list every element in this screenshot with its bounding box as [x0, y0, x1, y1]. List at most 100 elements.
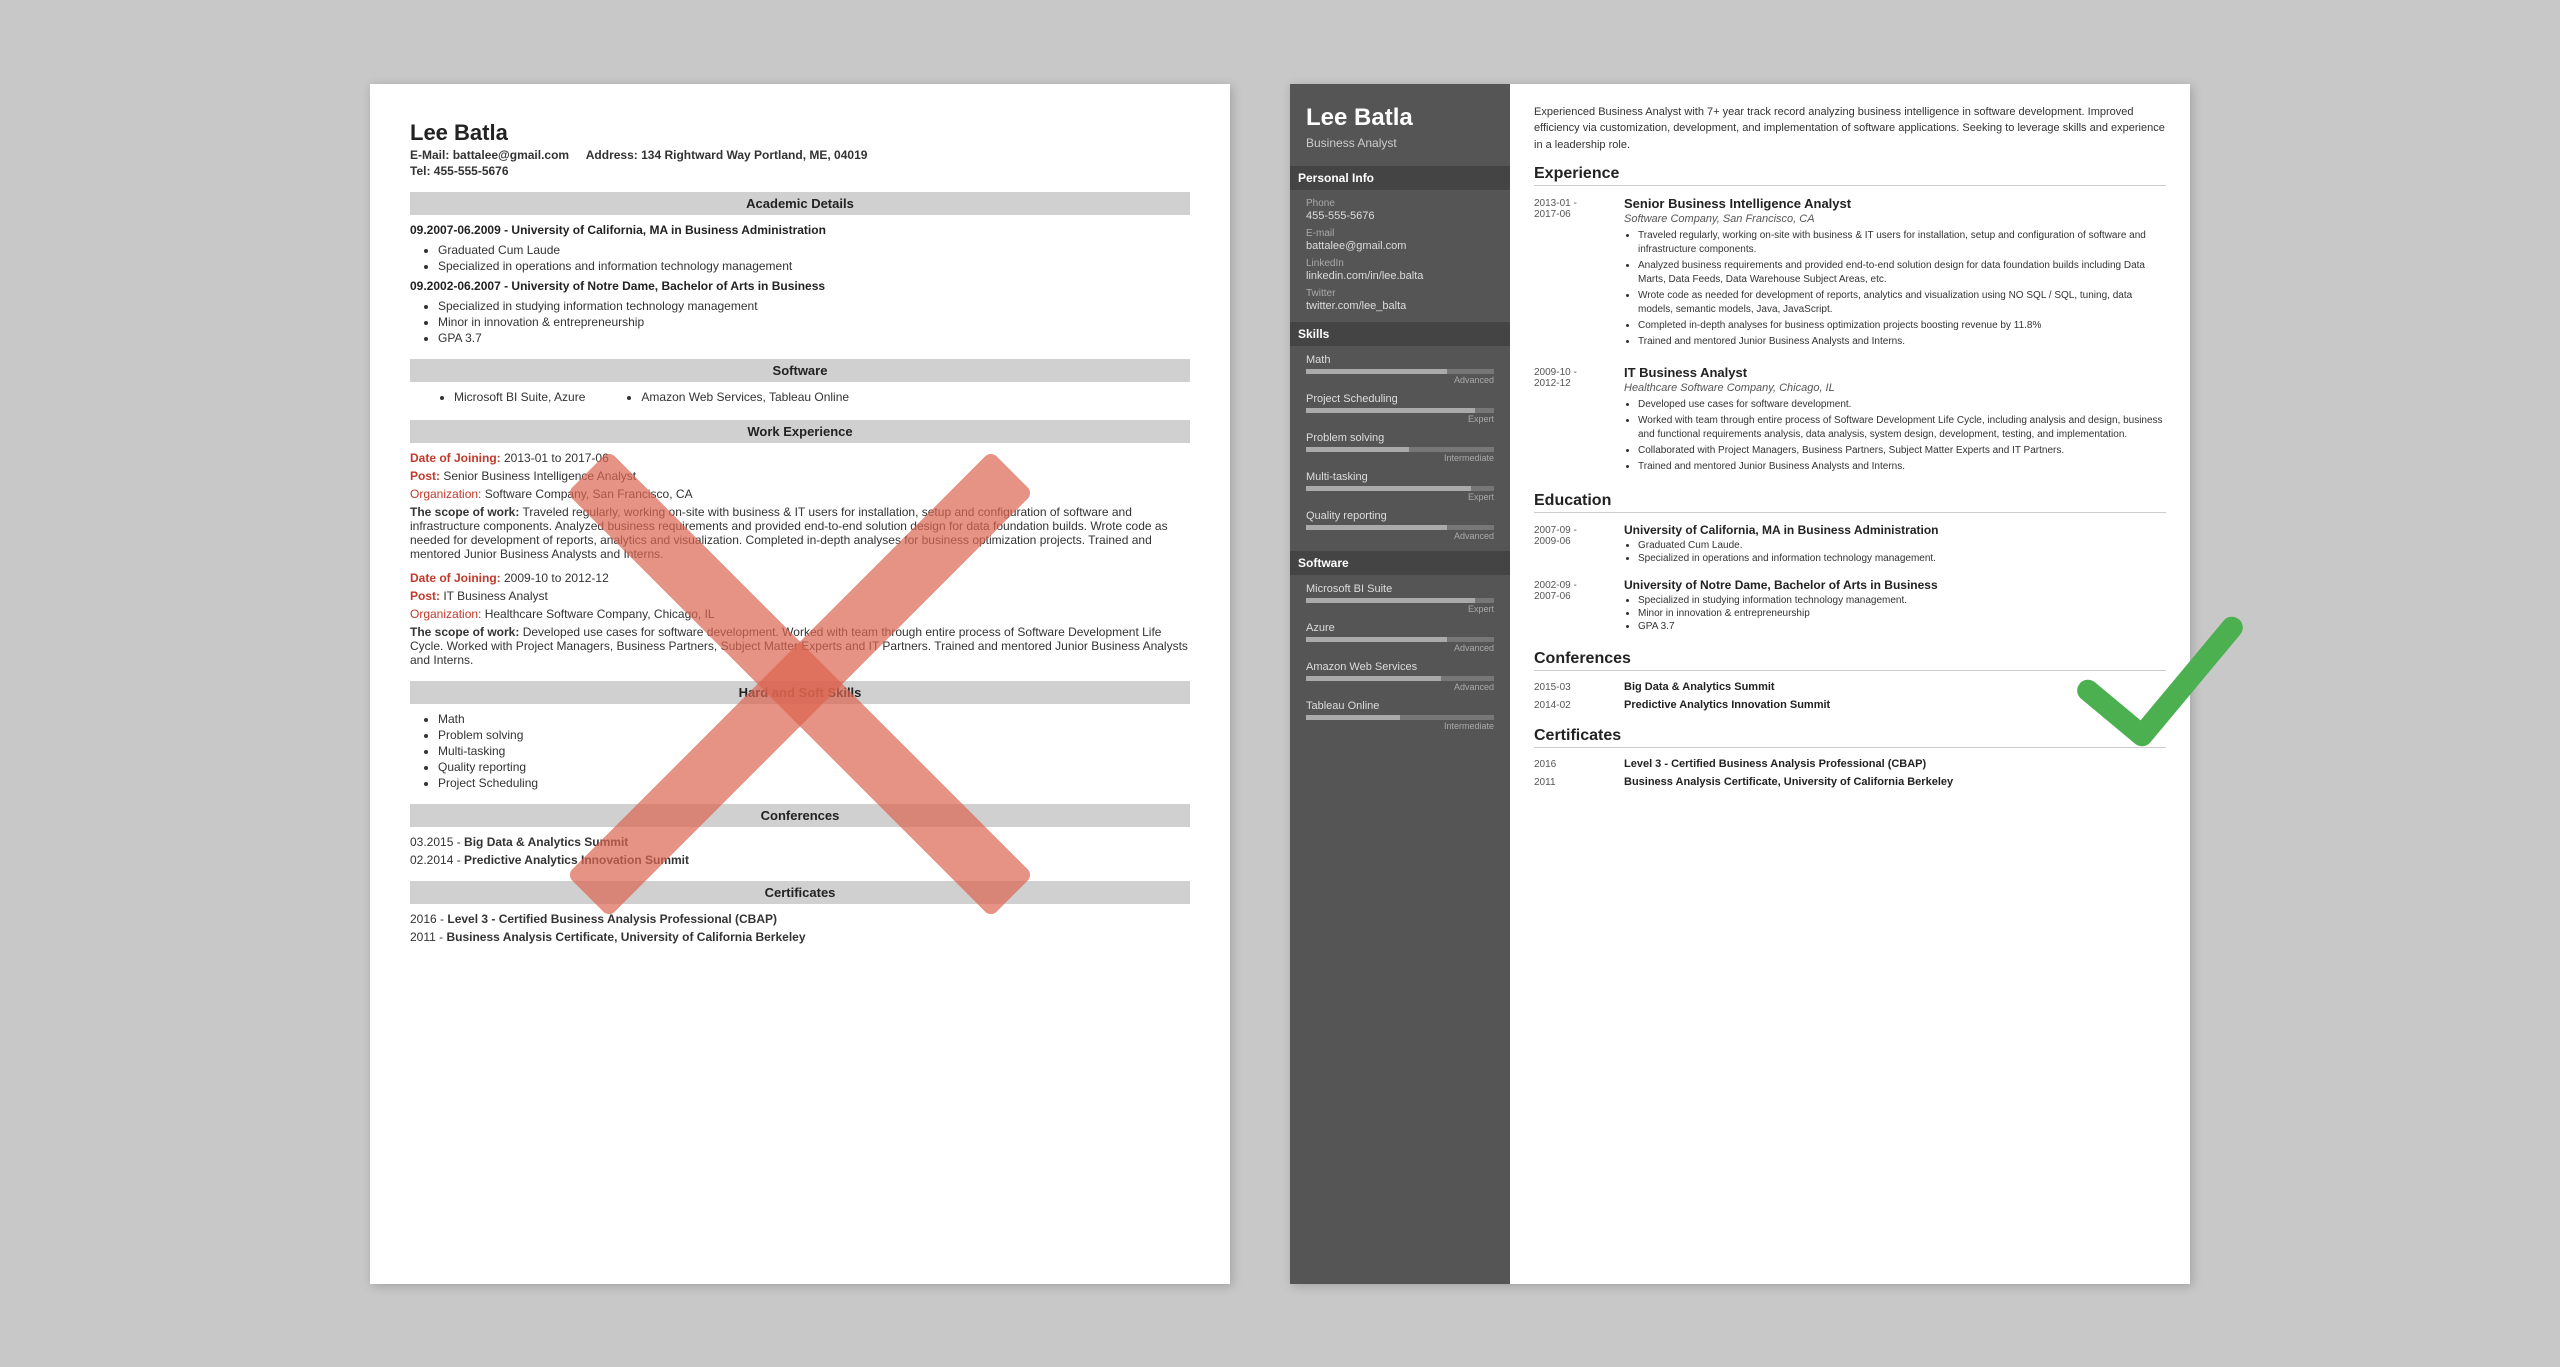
email-label: E-Mail:	[410, 148, 449, 162]
left-header: Lee Batla E-Mail: battalee@gmail.com Add…	[410, 120, 1190, 178]
tel-value: 455-555-5676	[434, 164, 509, 178]
left-email-line: E-Mail: battalee@gmail.com Address: 134 …	[410, 148, 1190, 162]
skill-bar-item: Quality reporting Advanced	[1306, 510, 1494, 541]
skill-bar-fill	[1306, 369, 1447, 374]
skills-section-title-sb: Skills	[1290, 322, 1510, 346]
skills-list: Math Problem solving Multi-tasking Quali…	[438, 712, 1190, 790]
exp-bullet: Trained and mentored Junior Business Ana…	[1638, 335, 2166, 349]
sidebar: Lee Batla Business Analyst Personal Info…	[1290, 84, 1510, 1284]
personal-info-title: Personal Info	[1290, 166, 1510, 190]
software-bar-bg	[1306, 676, 1494, 681]
work-item-1-post: Post: Senior Business Intelligence Analy…	[410, 469, 1190, 483]
address-label: Address:	[586, 148, 638, 162]
cert-section-title: Certificates	[410, 881, 1190, 904]
cert-date: 2016	[1534, 758, 1624, 770]
exp-bullet: Analyzed business requirements and provi…	[1638, 259, 2166, 287]
edu-bullets-2: Specialized in studying information tech…	[438, 299, 1190, 345]
conf-date: 2014-02	[1534, 699, 1624, 711]
software-col2: Amazon Web Services, Tableau Online	[625, 390, 849, 406]
skill-name: Math	[1306, 354, 1494, 366]
email-value: battalee@gmail.com	[1306, 240, 1494, 252]
edu-bullet: Graduated Cum Laude	[438, 243, 1190, 257]
software-bar-bg	[1306, 637, 1494, 642]
exp-bullet: Wrote code as needed for development of …	[1638, 289, 2166, 317]
main-content: Experienced Business Analyst with 7+ yea…	[1510, 84, 2190, 1284]
education-item: 2007-09 -2009-06 University of Californi…	[1534, 523, 2166, 566]
software-bar-bg	[1306, 715, 1494, 720]
company: Software Company, San Francisco, CA	[1624, 213, 2166, 225]
software-row: Microsoft BI Suite, Azure Amazon Web Ser…	[438, 390, 1190, 406]
conf-date: 2015-03	[1534, 681, 1624, 693]
sidebar-title: Business Analyst	[1306, 136, 1494, 150]
job-title: Senior Business Intelligence Analyst	[1624, 196, 2166, 211]
work-section-title: Work Experience	[410, 420, 1190, 443]
experience-item: 2009-10 -2012-12 IT Business Analyst Hea…	[1534, 365, 2166, 476]
conf-item-1: 03.2015 - Big Data & Analytics Summit	[410, 835, 1190, 849]
exp-body: Senior Business Intelligence Analyst Sof…	[1624, 196, 2166, 351]
work-item-2-dates: Date of Joining: 2009-10 to 2012-12	[410, 571, 1190, 585]
edu-bullet: Graduated Cum Laude.	[1638, 540, 1939, 551]
skill-level: Advanced	[1306, 531, 1494, 541]
certificate-items: 2016 Level 3 - Certified Business Analys…	[1534, 758, 2166, 788]
education-section: Education 2007-09 -2009-06 University of…	[1534, 492, 2166, 634]
work-item-2-post: Post: IT Business Analyst	[410, 589, 1190, 603]
exp-bullet: Completed in-depth analyses for business…	[1638, 319, 2166, 333]
conf-item-2: 02.2014 - Predictive Analytics Innovatio…	[410, 853, 1190, 867]
edu-item-2: 09.2002-06.2007 - University of Notre Da…	[410, 279, 1190, 293]
exp-date: 2009-10 -2012-12	[1534, 365, 1624, 476]
left-resume: Lee Batla E-Mail: battalee@gmail.com Add…	[370, 84, 1230, 1284]
experience-section: Experience 2013-01 -2017-06 Senior Busin…	[1534, 165, 2166, 476]
software-item: Amazon Web Services, Tableau Online	[641, 390, 849, 404]
certificate-item: 2011 Business Analysis Certificate, Univ…	[1534, 776, 2166, 788]
software-bar-bg	[1306, 598, 1494, 603]
skills-section-title: Hard and Soft Skills	[410, 681, 1190, 704]
exp-body: IT Business Analyst Healthcare Software …	[1624, 365, 2166, 476]
job-title: IT Business Analyst	[1624, 365, 2166, 380]
software-section-title-sb: Software	[1290, 551, 1510, 575]
edu-body: University of Notre Dame, Bachelor of Ar…	[1624, 578, 1938, 634]
software-bar-fill	[1306, 637, 1447, 642]
skill-name: Problem solving	[1306, 432, 1494, 444]
skill-level: Advanced	[1306, 375, 1494, 385]
cert-date: 2011	[1534, 776, 1624, 788]
academic-section-title: Academic Details	[410, 192, 1190, 215]
experience-heading: Experience	[1534, 165, 2166, 186]
experience-items: 2013-01 -2017-06 Senior Business Intelli…	[1534, 196, 2166, 476]
linkedin-label: LinkedIn	[1306, 258, 1494, 269]
skill-name: Quality reporting	[1306, 510, 1494, 522]
skill-level: Expert	[1306, 414, 1494, 424]
software-level: Expert	[1306, 604, 1494, 614]
linkedin-value: linkedin.com/in/lee.balta	[1306, 270, 1494, 282]
exp-bullet: Trained and mentored Junior Business Ana…	[1638, 460, 2166, 474]
software-level: Advanced	[1306, 682, 1494, 692]
work-item-2-scope: The scope of work: Developed use cases f…	[410, 625, 1190, 667]
edu-date: 2007-09 -2009-06	[1534, 523, 1624, 566]
edu-degree: University of Notre Dame, Bachelor of Ar…	[1624, 578, 1938, 592]
skill-name: Project Scheduling	[1306, 393, 1494, 405]
edu-bullet: GPA 3.7	[438, 331, 1190, 345]
twitter-label: Twitter	[1306, 288, 1494, 299]
skill-item: Problem solving	[438, 728, 1190, 742]
edu-bullet: GPA 3.7	[1638, 621, 1938, 632]
email-value: battalee@gmail.com	[453, 148, 569, 162]
skill-bar-fill	[1306, 486, 1471, 491]
skill-item: Math	[438, 712, 1190, 726]
skill-bar-bg	[1306, 369, 1494, 374]
edu-bullet: Minor in innovation & entrepreneurship	[1638, 608, 1938, 619]
skill-item: Project Scheduling	[438, 776, 1190, 790]
software-name: Tableau Online	[1306, 700, 1494, 712]
edu-bullet: Specialized in operations and informatio…	[438, 259, 1190, 273]
skill-bar-item: Project Scheduling Expert	[1306, 393, 1494, 424]
software-bar-item: Microsoft BI Suite Expert	[1306, 583, 1494, 614]
sidebar-name: Lee Batla	[1306, 104, 1494, 133]
conf-section-title: Conferences	[410, 804, 1190, 827]
education-item: 2002-09 -2007-06 University of Notre Dam…	[1534, 578, 2166, 634]
skill-bar-bg	[1306, 486, 1494, 491]
tel-label: Tel:	[410, 164, 430, 178]
conferences-heading: Conferences	[1534, 650, 2166, 671]
software-bar-fill	[1306, 598, 1475, 603]
skill-bar-item: Math Advanced	[1306, 354, 1494, 385]
work-item-2-org: Organization: Healthcare Software Compan…	[410, 607, 1190, 621]
exp-date: 2013-01 -2017-06	[1534, 196, 1624, 351]
left-tel-line: Tel: 455-555-5676	[410, 164, 1190, 178]
